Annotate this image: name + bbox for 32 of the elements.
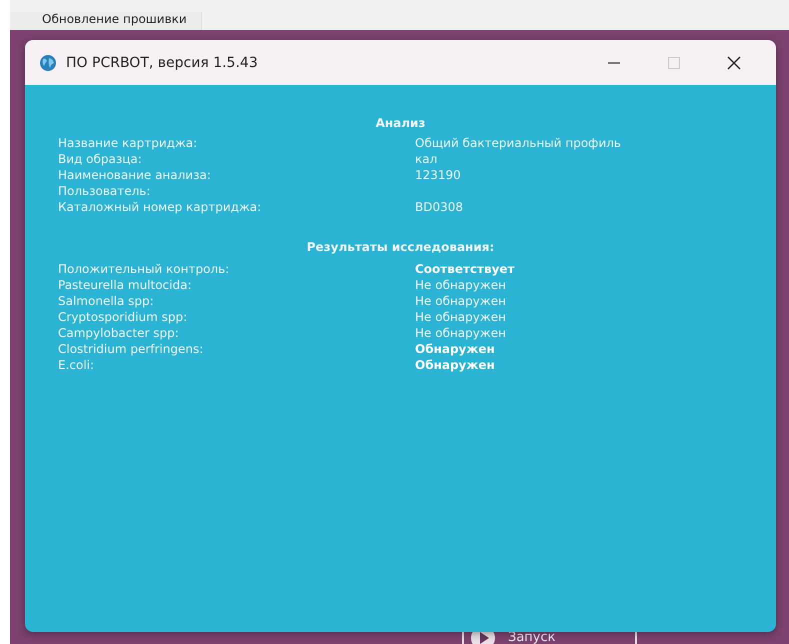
result-value: Соответствует [415, 261, 515, 277]
result-value: Обнаружен [415, 341, 495, 357]
section-heading: Анализ [374, 115, 426, 131]
result-value: Не обнаружен [415, 277, 506, 293]
field-label: Название картриджа: [58, 135, 198, 151]
result-value: Обнаружен [415, 357, 495, 373]
field-value: BD0308 [415, 199, 464, 215]
minimize-icon [607, 62, 621, 64]
field-label: Пользователь: [58, 183, 152, 199]
globe-icon [39, 54, 57, 72]
firmware-tab[interactable]: Обновление прошивки [10, 12, 202, 30]
field-label: Каталожный номер картриджа: [58, 199, 262, 215]
field-label: Наименование анализа: [58, 167, 212, 183]
result-value: Не обнаружен [415, 325, 506, 341]
result-value: Не обнаружен [415, 293, 506, 309]
pathogen-label: E.coli: [58, 357, 96, 373]
section-heading: Результаты исследования: [306, 239, 496, 255]
window-title: ПО PCRBOT, версия 1.5.43 [66, 54, 259, 70]
result-value: Не обнаружен [415, 309, 506, 325]
pathogen-label: Campylobacter spp: [58, 325, 180, 341]
field-label: Вид образца: [58, 151, 143, 167]
pathogen-label: Положительный контроль: [58, 261, 230, 277]
pathogen-label: Cryptosporidium spp: [58, 309, 188, 325]
pathogen-label: Salmonella spp: [58, 293, 155, 309]
close-icon [726, 54, 742, 70]
pathogen-label: Pasteurella multocida: [58, 277, 193, 293]
maximize-icon [667, 56, 681, 70]
field-value: 123190 [415, 167, 461, 183]
field-value: кал [415, 151, 438, 167]
play-icon [470, 632, 496, 644]
pathogen-label: Clostridium perfringens: [58, 341, 204, 357]
field-value: Общий бактериальный профиль [415, 135, 621, 151]
